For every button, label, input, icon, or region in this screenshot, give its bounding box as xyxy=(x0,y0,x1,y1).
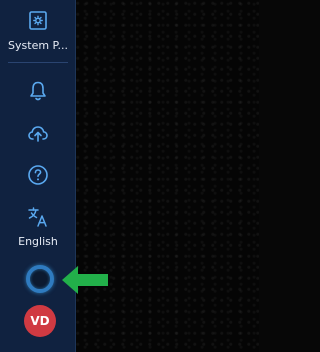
loading-spinner-icon xyxy=(26,265,54,293)
translate-icon xyxy=(28,207,47,227)
system-settings-label: System P... xyxy=(8,39,68,52)
language-label: English xyxy=(18,235,58,248)
cloud-upload-icon xyxy=(28,126,48,142)
avatar-initials: VD xyxy=(30,314,50,328)
sidebar: System P... English VD xyxy=(0,0,76,352)
cloud-upload-button[interactable] xyxy=(0,121,76,145)
sidebar-divider xyxy=(8,62,68,63)
bell-icon xyxy=(30,81,46,101)
notifications-button[interactable] xyxy=(0,79,76,103)
green-arrow-annotation-icon xyxy=(62,266,108,294)
user-avatar[interactable]: VD xyxy=(24,305,56,337)
settings-gear-icon xyxy=(29,11,47,30)
main-canvas xyxy=(76,0,259,352)
system-settings-button[interactable]: System P... xyxy=(0,9,76,52)
help-icon xyxy=(28,165,48,185)
language-button[interactable]: English xyxy=(0,205,76,248)
help-button[interactable] xyxy=(0,163,76,187)
